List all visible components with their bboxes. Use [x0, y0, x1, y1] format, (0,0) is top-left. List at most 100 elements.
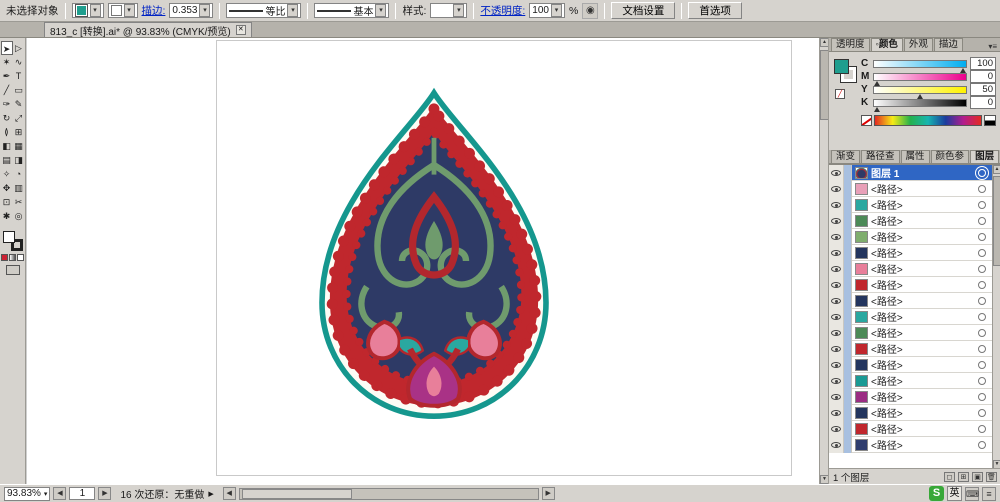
tool-rotate[interactable]: ↻	[1, 111, 13, 125]
layer-path-row[interactable]: <路径>	[829, 180, 992, 197]
eye-cell[interactable]	[829, 196, 844, 213]
layer-path-row[interactable]: <路径>	[829, 388, 992, 405]
visibility-eye-icon[interactable]	[831, 393, 841, 400]
layer-path-row[interactable]: <路径>	[829, 340, 992, 357]
eye-cell[interactable]	[829, 228, 844, 245]
eye-cell[interactable]	[829, 292, 844, 309]
chevron-down-icon[interactable]: ▾	[550, 4, 562, 17]
edit-column[interactable]	[844, 165, 852, 181]
layer-path-row[interactable]: <路径>	[829, 308, 992, 325]
layer-thumbnail[interactable]	[855, 326, 868, 339]
edit-column[interactable]	[844, 292, 852, 309]
tool-selection[interactable]: ➤	[0, 41, 13, 55]
layer-path-name[interactable]: <路径>	[871, 261, 978, 276]
eye-cell[interactable]	[829, 308, 844, 325]
layer-path-name[interactable]: <路径>	[871, 197, 978, 212]
eye-cell[interactable]	[829, 420, 844, 437]
visibility-eye-icon[interactable]	[831, 201, 841, 208]
eye-cell[interactable]	[829, 404, 844, 421]
channel-slider-K[interactable]	[873, 98, 967, 112]
close-icon[interactable]: ✕	[235, 25, 246, 35]
visibility-eye-icon[interactable]	[831, 249, 841, 256]
scroll-up-icon[interactable]: ▲	[993, 165, 1000, 174]
fill-proxy-icon[interactable]	[834, 59, 849, 74]
visibility-eye-icon[interactable]	[831, 377, 841, 384]
next-page-icon[interactable]: ▶	[98, 487, 112, 500]
layer-thumbnail[interactable]	[855, 406, 868, 419]
chevron-down-icon[interactable]: ▾	[453, 4, 465, 17]
layer-path-name[interactable]: <路径>	[871, 421, 978, 436]
layers-scrollbar[interactable]: ▲ ▼	[992, 165, 1000, 469]
stroke-width-value[interactable]: 0.353	[172, 5, 197, 16]
none-mode-icon[interactable]	[17, 254, 24, 261]
edit-column[interactable]	[844, 276, 852, 293]
edit-column[interactable]	[844, 372, 852, 389]
layer-thumbnail[interactable]	[855, 294, 868, 307]
layer-thumbnail[interactable]	[855, 278, 868, 291]
panel-tab-gradient[interactable]: 渐变	[831, 150, 861, 163]
tool-free-transform[interactable]: ⊞	[13, 125, 25, 139]
target-circle-icon[interactable]	[978, 376, 986, 385]
tool-graph[interactable]: ▥	[13, 181, 25, 195]
tool-eyedropper[interactable]: ✧	[1, 167, 13, 181]
edit-column[interactable]	[844, 404, 852, 421]
tool-line[interactable]: ╱	[1, 83, 13, 97]
delete-layer-icon[interactable]: 🗑	[986, 471, 997, 482]
channel-value-K[interactable]: 0	[970, 96, 996, 109]
layer-thumbnail[interactable]	[855, 390, 868, 403]
edit-column[interactable]	[844, 244, 852, 261]
panel-tab-appearance[interactable]: 外观	[903, 38, 933, 51]
variable-width-combo[interactable]: 等比 ▾	[226, 3, 302, 18]
edit-column[interactable]	[844, 420, 852, 437]
gradient-mode-icon[interactable]	[9, 254, 16, 261]
document-tab[interactable]: 813_c [转换].ai* @ 93.83% (CMYK/预览) ✕	[44, 22, 252, 38]
stroke-width-combo[interactable]: 0.353 ▾	[169, 3, 214, 18]
target-circle-icon[interactable]	[978, 328, 986, 337]
layer-path-row[interactable]: <路径>	[829, 404, 992, 421]
tool-magic-wand[interactable]: ✶	[1, 55, 13, 69]
chevron-right-icon[interactable]: ▶	[208, 490, 213, 498]
layer-thumbnail[interactable]	[855, 342, 868, 355]
visibility-eye-icon[interactable]	[831, 425, 841, 432]
target-circle-icon[interactable]	[978, 344, 986, 353]
layer-path-name[interactable]: <路径>	[871, 181, 978, 196]
tool-symbol-sprayer[interactable]: ✥	[1, 181, 13, 195]
channel-slider-C[interactable]	[873, 59, 967, 73]
visibility-eye-icon[interactable]	[831, 217, 841, 224]
target-circle-icon[interactable]	[978, 296, 986, 305]
edit-column[interactable]	[844, 196, 852, 213]
tool-width[interactable]: ≬	[1, 125, 13, 139]
tool-blend[interactable]: ◔	[13, 167, 25, 181]
visibility-eye-icon[interactable]	[831, 169, 841, 176]
layer-path-name[interactable]: <路径>	[871, 325, 978, 340]
scroll-right-icon[interactable]: ▶	[541, 487, 555, 500]
layer-path-name[interactable]: <路径>	[871, 357, 978, 372]
opacity-combo[interactable]: 100 ▾	[529, 3, 565, 18]
edit-column[interactable]	[844, 356, 852, 373]
target-circle-icon[interactable]	[978, 440, 986, 449]
tool-artboard[interactable]: ⊡	[1, 195, 13, 209]
opacity-value[interactable]: 100	[532, 5, 549, 16]
tool-lasso[interactable]: ∿	[13, 55, 25, 69]
layer-thumbnail[interactable]	[855, 166, 868, 179]
target-circle-icon[interactable]	[978, 424, 986, 433]
tool-type[interactable]: T	[13, 69, 25, 83]
layer-path-row[interactable]: <路径>	[829, 372, 992, 389]
tool-pencil[interactable]: ✎	[13, 97, 25, 111]
chevron-down-icon[interactable]: ▾	[375, 4, 387, 17]
target-circle-icon[interactable]	[978, 360, 986, 369]
layer-thumbnail[interactable]	[855, 374, 868, 387]
eye-cell[interactable]	[829, 372, 844, 389]
layer-thumbnail[interactable]	[855, 246, 868, 259]
ime-language-icon[interactable]: 英	[947, 486, 962, 501]
layer-thumbnail[interactable]	[855, 182, 868, 195]
channel-value-Y[interactable]: 50	[970, 83, 996, 96]
chevron-down-icon[interactable]: ▾	[123, 4, 135, 17]
eye-cell[interactable]	[829, 212, 844, 229]
scrollbar-thumb[interactable]	[241, 488, 352, 499]
layer-path-name[interactable]: <路径>	[871, 293, 978, 308]
tool-pen[interactable]: ✒	[1, 69, 13, 83]
layer-thumbnail[interactable]	[855, 214, 868, 227]
tray-menu-icon[interactable]: ≡	[982, 486, 996, 501]
layer-path-row[interactable]: <路径>	[829, 228, 992, 245]
